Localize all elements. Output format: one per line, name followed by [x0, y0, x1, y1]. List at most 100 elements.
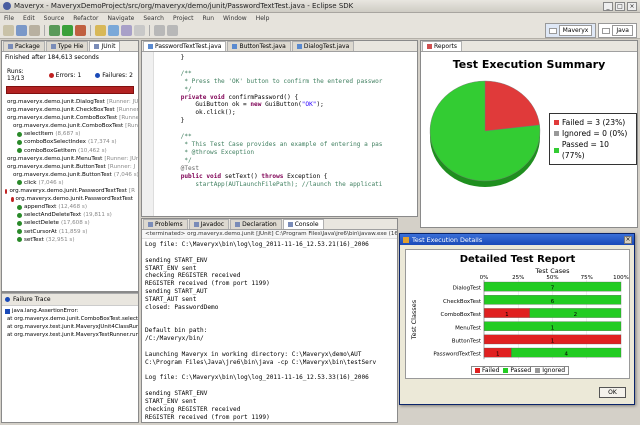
test-name: appendText [24, 204, 57, 211]
open-type-icon[interactable] [121, 25, 132, 36]
test-tree-item[interactable]: org.maveryx.demo.junit.DialogTest [Runner… [5, 98, 138, 106]
test-detail: [Runner: JU [106, 99, 139, 105]
test-name: org.maveryx.demo.junit.ComboBoxTest [7, 115, 118, 122]
failures-counter: Failures: 2 [95, 68, 133, 82]
maximize-button[interactable]: □ [615, 1, 625, 11]
test-tree-item[interactable]: selectItem (8,687 s) [5, 130, 135, 138]
left-view-tabs: Package Type Hie JUnit [2, 41, 138, 52]
test-tree-item[interactable]: comboBoxGetItem (10,462 s) [5, 147, 135, 155]
bar-legend-item: Ignored [535, 367, 565, 374]
console-line: REGISTER received (from port 1199) [145, 280, 270, 288]
summary-pie-chart [429, 80, 541, 187]
bar-legend-item: Passed [503, 367, 531, 374]
test-tree-item[interactable]: org.maveryx.demo.junit.ComboBoxTest [Runn… [5, 114, 138, 122]
test-tree-item[interactable]: org.maveryx.demo.junit.MenuTest [Runner: … [5, 155, 138, 163]
menu-project[interactable]: Project [173, 15, 194, 22]
legend-swatch [554, 120, 559, 125]
legend-swatch [503, 368, 509, 373]
console-line: START_AUT sent [145, 295, 197, 303]
debug-icon[interactable] [49, 25, 60, 36]
new-class-icon[interactable] [108, 25, 119, 36]
error-icon [5, 188, 8, 194]
menu-file[interactable]: File [4, 15, 14, 22]
test-tree-item[interactable]: selectDelete (17,608 s) [5, 219, 135, 227]
menu-edit[interactable]: Edit [23, 15, 35, 22]
test-tree-item[interactable]: selectAndDeleteText (19,811 s) [5, 211, 135, 219]
runs-counter: Runs: 13/13 [7, 68, 25, 82]
ok-button[interactable]: OK [599, 387, 626, 398]
dialog-close-button[interactable]: × [624, 235, 632, 244]
test-tree-item[interactable]: click (7,046 s) [5, 179, 135, 187]
console-line: Log file: C:\Maveryx\bin\log\log_2011-11… [145, 374, 369, 382]
menu-search[interactable]: Search [143, 15, 164, 22]
trace-line[interactable]: at org.maveryx.test.junit.MaveryxTestRun… [5, 331, 138, 339]
java-file-icon [296, 44, 302, 49]
test-tree-item[interactable]: org.maveryx.demo.junit.ButtonTest [Runner… [5, 163, 135, 171]
window-controls: _ □ × [603, 1, 640, 11]
console-output[interactable]: Log file: C:\Maveryx\bin\log\log_2011-11… [142, 239, 397, 422]
menu-navigate[interactable]: Navigate [107, 15, 134, 22]
test-tree-item[interactable]: org.maveryx.demo.junit.PasswordTextTest[… [5, 187, 135, 195]
menu-window[interactable]: Window [223, 15, 247, 22]
test-tree-item[interactable]: org.maveryx.demo.junit.ComboBoxTest [Run [5, 122, 138, 130]
failure-trace-title: Failure Trace [13, 296, 51, 303]
test-tree-item[interactable]: setText (32,951 s) [5, 236, 135, 244]
junit-view: Package Type Hie JUnit Finished after 184,… [1, 40, 139, 292]
test-tree-item[interactable]: org.maveryx.demo.junit.PasswordTextTest [5, 195, 135, 203]
tab-reports[interactable]: Reports [422, 41, 463, 51]
java-file-icon [232, 44, 238, 49]
pass-icon [17, 212, 22, 218]
new-package-icon[interactable] [95, 25, 106, 36]
minimize-button[interactable]: _ [603, 1, 613, 11]
console-line: Log file: C:\Maveryx\bin\log\log_2011-11… [145, 241, 369, 248]
perspective-java[interactable]: Java [598, 23, 637, 38]
console-line: START_ENV sent [145, 397, 197, 405]
test-detail: [R [128, 188, 135, 195]
menu-run[interactable]: Run [203, 15, 215, 22]
editor-tab[interactable]: PasswordTextTest.java [143, 41, 227, 51]
editor-tab[interactable]: ButtonTest.java [227, 41, 291, 51]
tab-type-hie[interactable]: Type Hie [45, 41, 89, 51]
test-detail: (11,859 s) [58, 228, 88, 235]
legend-swatch [475, 368, 480, 373]
tab-declaration[interactable]: Declaration [230, 219, 282, 229]
menu-help[interactable]: Help [256, 15, 270, 22]
trace-line[interactable]: java.lang.AssertionError: [5, 307, 135, 315]
tab-javadoc[interactable]: Javadoc [188, 219, 230, 229]
test-tree-item[interactable]: org.maveryx.demo.junit.ButtonTest (7,046 … [5, 171, 138, 179]
test-name: comboBoxSelectIndex [24, 139, 86, 146]
code-area[interactable]: } /** * Press the 'OK' button to confirm… [142, 52, 417, 188]
close-window-button[interactable]: × [627, 1, 637, 11]
new-icon[interactable] [3, 25, 14, 36]
menu-refactor[interactable]: Refactor [73, 15, 98, 22]
test-name: org.maveryx.demo.junit.DialogTest [7, 99, 105, 105]
menu-source[interactable]: Source [44, 15, 65, 22]
pie-slice-failed [484, 80, 540, 132]
test-tree-item[interactable]: comboBoxSelectIndex (17,374 s) [5, 138, 135, 146]
tab-package[interactable]: Package [3, 41, 45, 51]
tab-console[interactable]: Console [282, 219, 324, 229]
test-tree-item[interactable]: appendText (12,468 s) [5, 203, 135, 211]
java-editor: PasswordTextTest.java ButtonTest.java Dial… [141, 40, 418, 217]
bar-value-label: 4 [564, 352, 568, 358]
search-icon[interactable] [134, 25, 145, 36]
editor-tab[interactable]: DialogTest.java [291, 41, 355, 51]
back-icon[interactable] [154, 25, 165, 36]
save-icon[interactable] [16, 25, 27, 36]
trace-line[interactable]: at org.maveryx.test.junit.MaveryxJUnit4C… [5, 323, 138, 331]
console-line: sending START_ENV [145, 390, 208, 398]
perspective-maveryx[interactable]: Maveryx [544, 23, 597, 38]
forward-icon[interactable] [167, 25, 178, 36]
y-tick-label: ButtonTest [452, 339, 482, 345]
tab-problems[interactable]: Problems [143, 219, 188, 229]
test-tree-item[interactable]: org.maveryx.demo.junit.CheckBoxTest [Runn… [5, 106, 138, 114]
toolbar-separator [44, 25, 45, 36]
run-icon[interactable] [62, 25, 73, 36]
external-tools-icon[interactable] [75, 25, 86, 36]
print-icon[interactable] [29, 25, 40, 36]
trace-line[interactable]: at org.maveryx.demo.junit.ComboBoxTest.s… [5, 315, 138, 323]
code-line: private void confirmPassword() { [180, 93, 299, 101]
test-tree-item[interactable]: setCursorAt (11,859 s) [5, 228, 135, 236]
tab-junit[interactable]: JUnit [89, 41, 121, 51]
